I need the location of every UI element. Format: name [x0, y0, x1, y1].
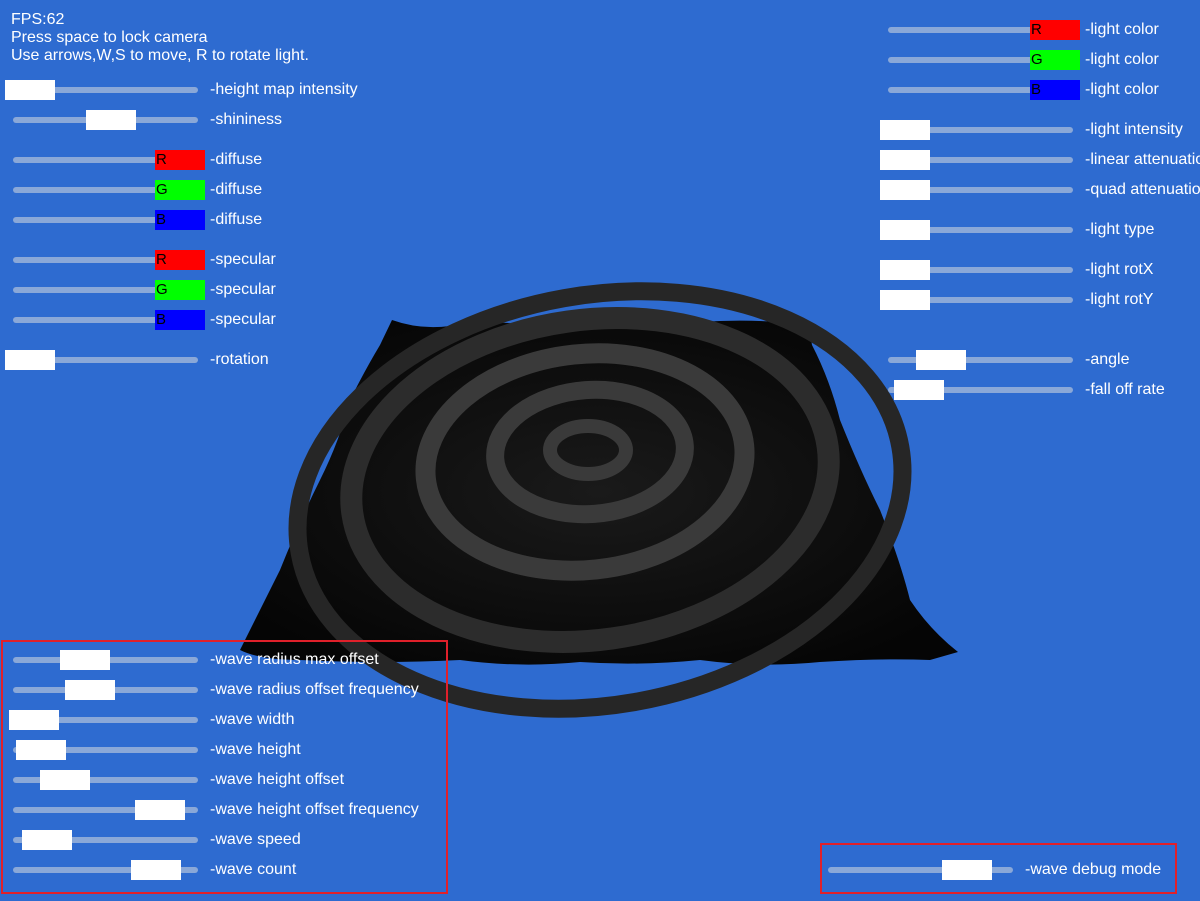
debug-panel-slider-row: -wave debug mode — [0, 855, 1200, 885]
slider-label: -wave height offset frequency — [210, 801, 419, 818]
slider-label: -wave height offset — [210, 771, 345, 788]
slider-label: -wave speed — [210, 831, 301, 848]
right-top-slider-row: B -light color — [0, 75, 1200, 105]
slider-label: -light color — [1085, 21, 1159, 38]
slider-thumb[interactable] — [135, 800, 185, 820]
wave-panel-slider-row: -wave radius max offset — [0, 645, 1200, 675]
slider-thumb[interactable] — [40, 770, 90, 790]
slider-label: -light type — [1085, 221, 1155, 238]
slider-thumb[interactable] — [916, 350, 966, 370]
slider-thumb[interactable] — [22, 830, 72, 850]
wave-panel-slider-row: -wave height — [0, 735, 1200, 765]
wave-panel-slider-row: -wave height offset frequency — [0, 795, 1200, 825]
slider-label: -wave radius max offset — [210, 651, 379, 668]
right-top-slider-row: -light intensity — [0, 115, 1200, 145]
slider-label: -angle — [1085, 351, 1130, 368]
right-top-slider-row: -linear attenuation — [0, 145, 1200, 175]
slider-thumb[interactable] — [65, 680, 115, 700]
right-top-slider-row: G -light color — [0, 45, 1200, 75]
slider-label: -linear attenuation — [1085, 151, 1200, 168]
slider-thumb[interactable] — [942, 860, 992, 880]
slider-label: -wave width — [210, 711, 295, 728]
slider-thumb[interactable] — [16, 740, 66, 760]
slider-label: -wave height — [210, 741, 301, 758]
slider-thumb[interactable] — [894, 380, 944, 400]
slider-label: -wave debug mode — [1025, 861, 1162, 878]
right-top-slider-row: -light type — [0, 215, 1200, 245]
slider-label: -quad attenuation — [1085, 181, 1200, 198]
slider-thumb[interactable] — [9, 710, 59, 730]
wave-panel-slider-row: -wave width — [0, 705, 1200, 735]
slider-label: -light color — [1085, 81, 1159, 98]
right-top-slider-row: -quad attenuation — [0, 175, 1200, 205]
slider-thumb[interactable]: B — [1030, 80, 1080, 100]
right-top-slider-row: -light rotX — [0, 255, 1200, 285]
wave-panel-slider-row: -wave radius offset frequency — [0, 675, 1200, 705]
slider-label: -fall off rate — [1085, 381, 1165, 398]
slider-thumb[interactable] — [880, 180, 930, 200]
slider-thumb[interactable] — [880, 260, 930, 280]
right-top-slider-row: R -light color — [0, 15, 1200, 45]
wave-panel-slider-row: -wave height offset — [0, 765, 1200, 795]
slider-thumb[interactable]: R — [1030, 20, 1080, 40]
slider-label: -light rotX — [1085, 261, 1154, 278]
slider-label: -light rotY — [1085, 291, 1154, 308]
slider-label: -light intensity — [1085, 121, 1183, 138]
slider-thumb[interactable] — [60, 650, 110, 670]
slider-thumb[interactable]: G — [1030, 50, 1080, 70]
slider-label: -light color — [1085, 51, 1159, 68]
slider-thumb[interactable] — [880, 120, 930, 140]
right-top-slider-row: -light rotY — [0, 285, 1200, 315]
right-top-slider-row: -fall off rate — [0, 375, 1200, 405]
wave-panel-slider-row: -wave speed — [0, 825, 1200, 855]
slider-label: -wave radius offset frequency — [210, 681, 419, 698]
slider-thumb[interactable] — [880, 290, 930, 310]
slider-thumb[interactable] — [880, 220, 930, 240]
right-top-slider-row: -angle — [0, 345, 1200, 375]
slider-thumb[interactable] — [880, 150, 930, 170]
